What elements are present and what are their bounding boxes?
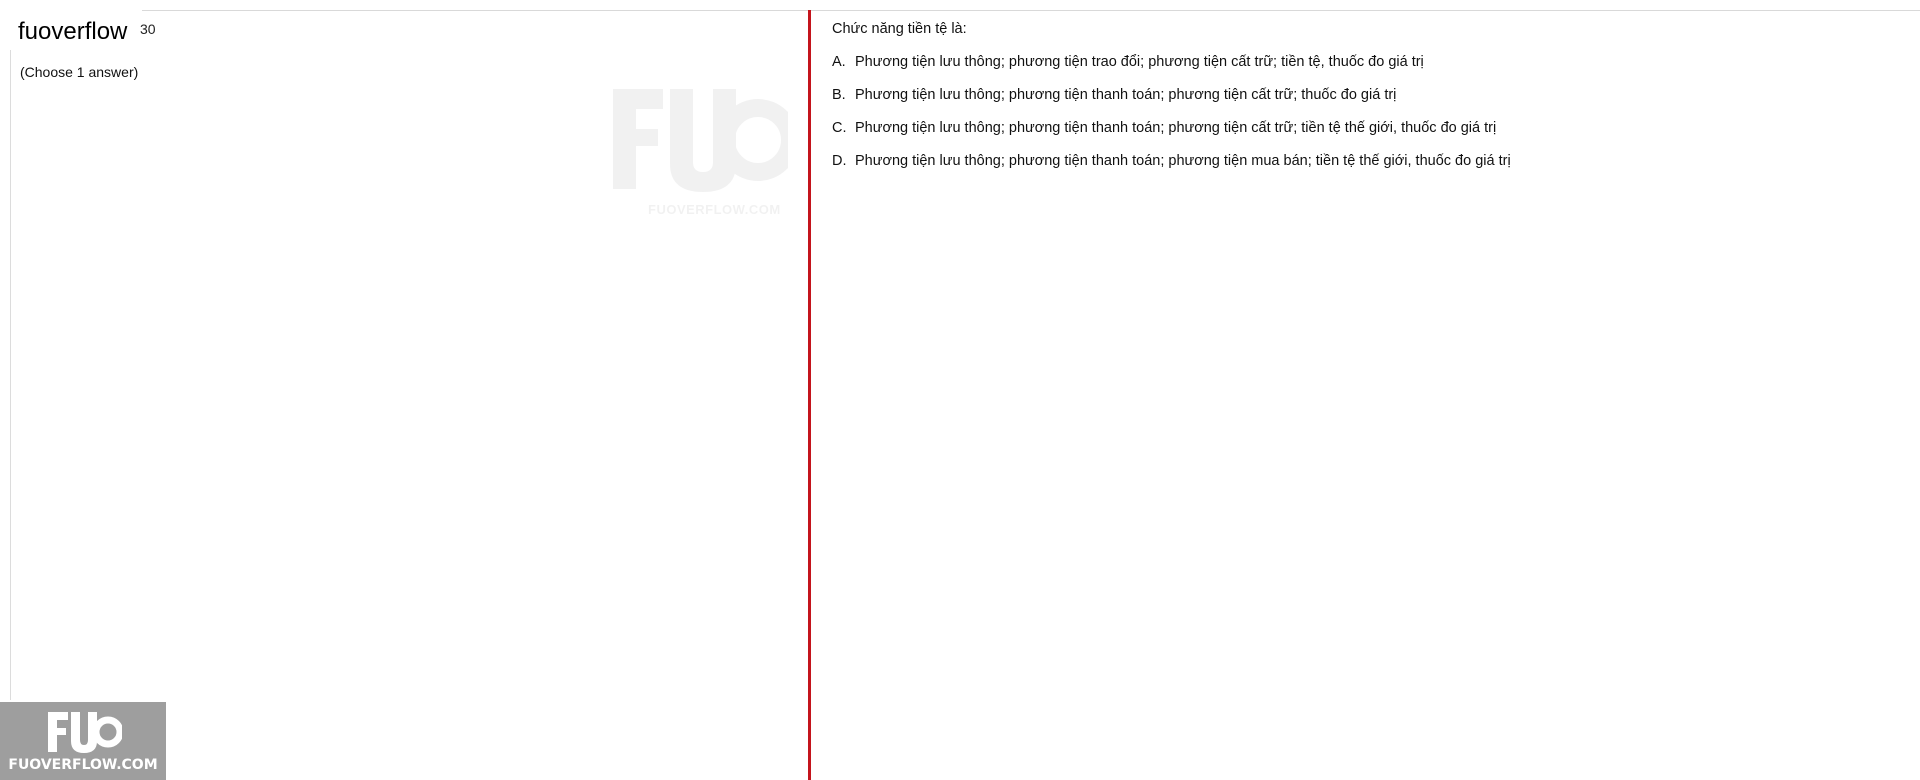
option-d[interactable]: D. Phương tiện lưu thông; phương tiện th… [832, 152, 1892, 170]
top-divider [142, 10, 1920, 11]
watermark-logo-icon [613, 89, 799, 192]
option-letter: B. [832, 87, 846, 103]
fuo-logo-site-text: FUOVERFLOW.COM [8, 757, 158, 773]
answer-instruction: (Choose 1 answer) [20, 64, 139, 80]
option-text: Phương tiện lưu thông; phương tiện thanh… [855, 87, 1397, 103]
question-panel: Chức năng tiền tệ là: A. Phương tiện lưu… [832, 20, 1892, 185]
option-b[interactable]: B. Phương tiện lưu thông; phương tiện th… [832, 86, 1892, 104]
brand-title: fuoverflow [18, 16, 132, 48]
question-number: 30 [140, 21, 156, 37]
panel-divider [808, 10, 811, 780]
fuo-logo-icon [48, 712, 122, 753]
option-letter: C. [832, 120, 847, 136]
watermark-site-text: FUOVERFLOW.COM [648, 202, 781, 217]
option-letter: A. [832, 54, 846, 70]
option-a[interactable]: A. Phương tiện lưu thông; phương tiện tr… [832, 53, 1892, 71]
option-text: Phương tiện lưu thông; phương tiện thanh… [855, 153, 1511, 169]
question-text: Chức năng tiền tệ là: [832, 21, 967, 37]
option-text: Phương tiện lưu thông; phương tiện thanh… [855, 120, 1497, 136]
fuo-logo-watermark: FUOVERFLOW.COM [0, 702, 166, 780]
exam-viewer: 30 fuoverflow (Choose 1 answer) FUOVERFL… [0, 0, 1920, 780]
left-border [10, 50, 11, 700]
faint-watermark: FUOVERFLOW.COM [608, 84, 799, 224]
option-letter: D. [832, 153, 847, 169]
option-text: Phương tiện lưu thông; phương tiện trao … [855, 54, 1424, 70]
option-c[interactable]: C. Phương tiện lưu thông; phương tiện th… [832, 119, 1892, 137]
